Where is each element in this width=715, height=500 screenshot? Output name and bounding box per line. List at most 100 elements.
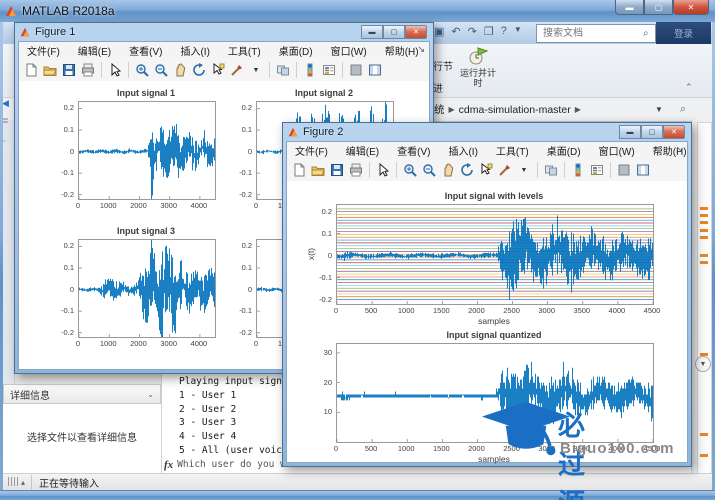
- list-icon[interactable]: ≣: [2, 116, 9, 125]
- xtick-label: 4000: [184, 201, 214, 210]
- path-prefix: 统: [434, 102, 445, 117]
- advance-fragment: 进: [433, 80, 443, 95]
- xtick-label: 1500: [426, 444, 456, 453]
- ytick-label: 0.2: [48, 103, 74, 112]
- folder-search-icon[interactable]: ⌕: [680, 103, 686, 116]
- axes-fig1-s3[interactable]: [78, 239, 216, 338]
- breadcrumb-arrow-icon: ▶: [449, 105, 455, 114]
- ytick-label: 30: [306, 348, 332, 357]
- dropdown-icon[interactable]: ▼: [514, 25, 522, 38]
- command-line-1: 1 - User 1: [179, 389, 283, 403]
- plot-title-fig1-s1: Input signal 1: [78, 88, 214, 98]
- run-and-time-icon: [468, 46, 488, 66]
- xtick-label: 1000: [391, 306, 421, 315]
- command-prompt-row[interactable]: fx Which user do you w: [164, 458, 286, 472]
- main-titlebar[interactable]: MATLAB R2018a: [0, 0, 715, 23]
- details-panel-header[interactable]: 详细信息 ⌄: [3, 384, 161, 404]
- statusbar-grip-arrow-icon[interactable]: ▴: [21, 478, 25, 487]
- run-and-time-label: 运行并计时: [456, 68, 500, 88]
- watermark-domain: Biguo100.com: [560, 440, 675, 457]
- ytick-label: -0.1: [306, 273, 332, 282]
- ylabel-fig2-s1: x(t): [306, 239, 316, 269]
- expand-round-button[interactable]: ▼: [695, 356, 711, 372]
- status-message: 正在等待输入: [31, 475, 99, 490]
- xtick-label: 0: [241, 201, 271, 210]
- command-prompt-text: Which user do you w: [177, 458, 286, 472]
- code-warning-mark[interactable]: [700, 261, 708, 264]
- xtick-label: 3000: [154, 201, 184, 210]
- ytick-label: -0.1: [48, 168, 74, 177]
- window-border-bottom: [0, 490, 715, 500]
- login-area[interactable]: 登录: [656, 22, 711, 44]
- paste-icon[interactable]: ▣: [434, 25, 444, 38]
- search-icon[interactable]: ⌕: [643, 28, 649, 39]
- command-line-4: 4 - User 4: [179, 430, 283, 444]
- collapse-ribbon-icon[interactable]: ⌃: [685, 82, 693, 93]
- xtick-label: 4000: [184, 339, 214, 348]
- waveform-canvas-fig1-s3: [79, 240, 215, 337]
- window-icon[interactable]: ❐: [484, 25, 494, 38]
- ytick-label: 0.2: [226, 103, 252, 112]
- axes-fig1-s1[interactable]: [78, 101, 216, 200]
- breadcrumb-arrow-icon: ▶: [575, 105, 581, 114]
- xtick-label: 2000: [461, 306, 491, 315]
- xtick-label: 1000: [93, 339, 123, 348]
- doc-search-input[interactable]: [541, 27, 641, 40]
- xtick-label: 4500: [637, 306, 667, 315]
- ytick-label: 0: [226, 147, 252, 156]
- details-panel-body: 选择文件以查看详细信息: [3, 404, 161, 468]
- command-line-2: 2 - User 2: [179, 403, 283, 417]
- ytick-label: 0.2: [306, 207, 332, 216]
- undo-icon[interactable]: ↶: [451, 25, 460, 38]
- breadcrumb-folder[interactable]: cdma-simulation-master: [459, 104, 571, 116]
- ytick-label: 20: [306, 378, 332, 387]
- matlab-desktop: MATLAB R2018a ▬ ▢ ✕ ▣ ↶ ↷ ❐ ? ▼ ⌕ 登录 行节 …: [0, 0, 715, 500]
- address-dropdown-icon[interactable]: ▼: [655, 105, 663, 114]
- xtick-label: 0: [321, 444, 351, 453]
- maximize-button[interactable]: ▢: [644, 0, 673, 15]
- details-header-label: 详细信息: [10, 387, 50, 402]
- redo-icon[interactable]: ↷: [468, 25, 477, 38]
- statusbar-grip-icon[interactable]: [8, 477, 20, 489]
- command-line-3: 3 - User 3: [179, 416, 283, 430]
- xtick-label: 3000: [154, 339, 184, 348]
- matlab-logo-icon: [4, 4, 18, 18]
- details-panel: 详细信息 ⌄ 选择文件以查看详细信息: [3, 384, 161, 473]
- xlabel-fig2-s1: samples: [336, 316, 652, 326]
- ytick-label: -0.2: [48, 190, 74, 199]
- chevron-down-icon[interactable]: ⌄: [147, 390, 154, 399]
- ytick-label: 0.1: [48, 125, 74, 134]
- ytick-label: 0.2: [226, 241, 252, 250]
- xtick-label: 500: [356, 444, 386, 453]
- code-warning-mark[interactable]: [700, 254, 708, 257]
- plot-title-fig2-s1: Input signal with levels: [336, 191, 652, 201]
- code-warning-mark[interactable]: [700, 454, 708, 457]
- back-arrow-icon[interactable]: ◀: [2, 98, 9, 109]
- run-and-time-button[interactable]: 运行并计时: [456, 46, 500, 95]
- code-warning-mark[interactable]: [700, 221, 708, 224]
- code-warning-mark[interactable]: [700, 207, 708, 210]
- ytick-label: 0.1: [226, 263, 252, 272]
- minimize-button[interactable]: ▬: [615, 0, 644, 15]
- xtick-label: 2000: [123, 339, 153, 348]
- ytick-label: -0.2: [48, 328, 74, 337]
- code-warning-mark[interactable]: [700, 229, 708, 232]
- xtick-label: 2500: [497, 306, 527, 315]
- code-warning-mark[interactable]: [700, 433, 708, 436]
- xtick-label: 3000: [532, 306, 562, 315]
- ytick-label: -0.1: [226, 306, 252, 315]
- help-icon[interactable]: ?: [501, 25, 507, 38]
- axes-fig2-s1[interactable]: [336, 204, 654, 305]
- small-box-icon[interactable]: ▫: [3, 138, 5, 145]
- close-button[interactable]: ✕: [673, 0, 709, 15]
- status-bar: ▴ 正在等待输入: [3, 473, 712, 491]
- xtick-label: 2000: [123, 201, 153, 210]
- ytick-label: -0.1: [48, 306, 74, 315]
- ytick-label: -0.2: [306, 295, 332, 304]
- code-warning-mark[interactable]: [700, 236, 708, 239]
- ytick-label: 0.2: [48, 241, 74, 250]
- doc-search-box[interactable]: ⌕: [536, 24, 656, 43]
- code-warning-mark[interactable]: [700, 214, 708, 217]
- xtick-label: 0: [321, 306, 351, 315]
- code-marks-scrollbar[interactable]: [697, 122, 712, 474]
